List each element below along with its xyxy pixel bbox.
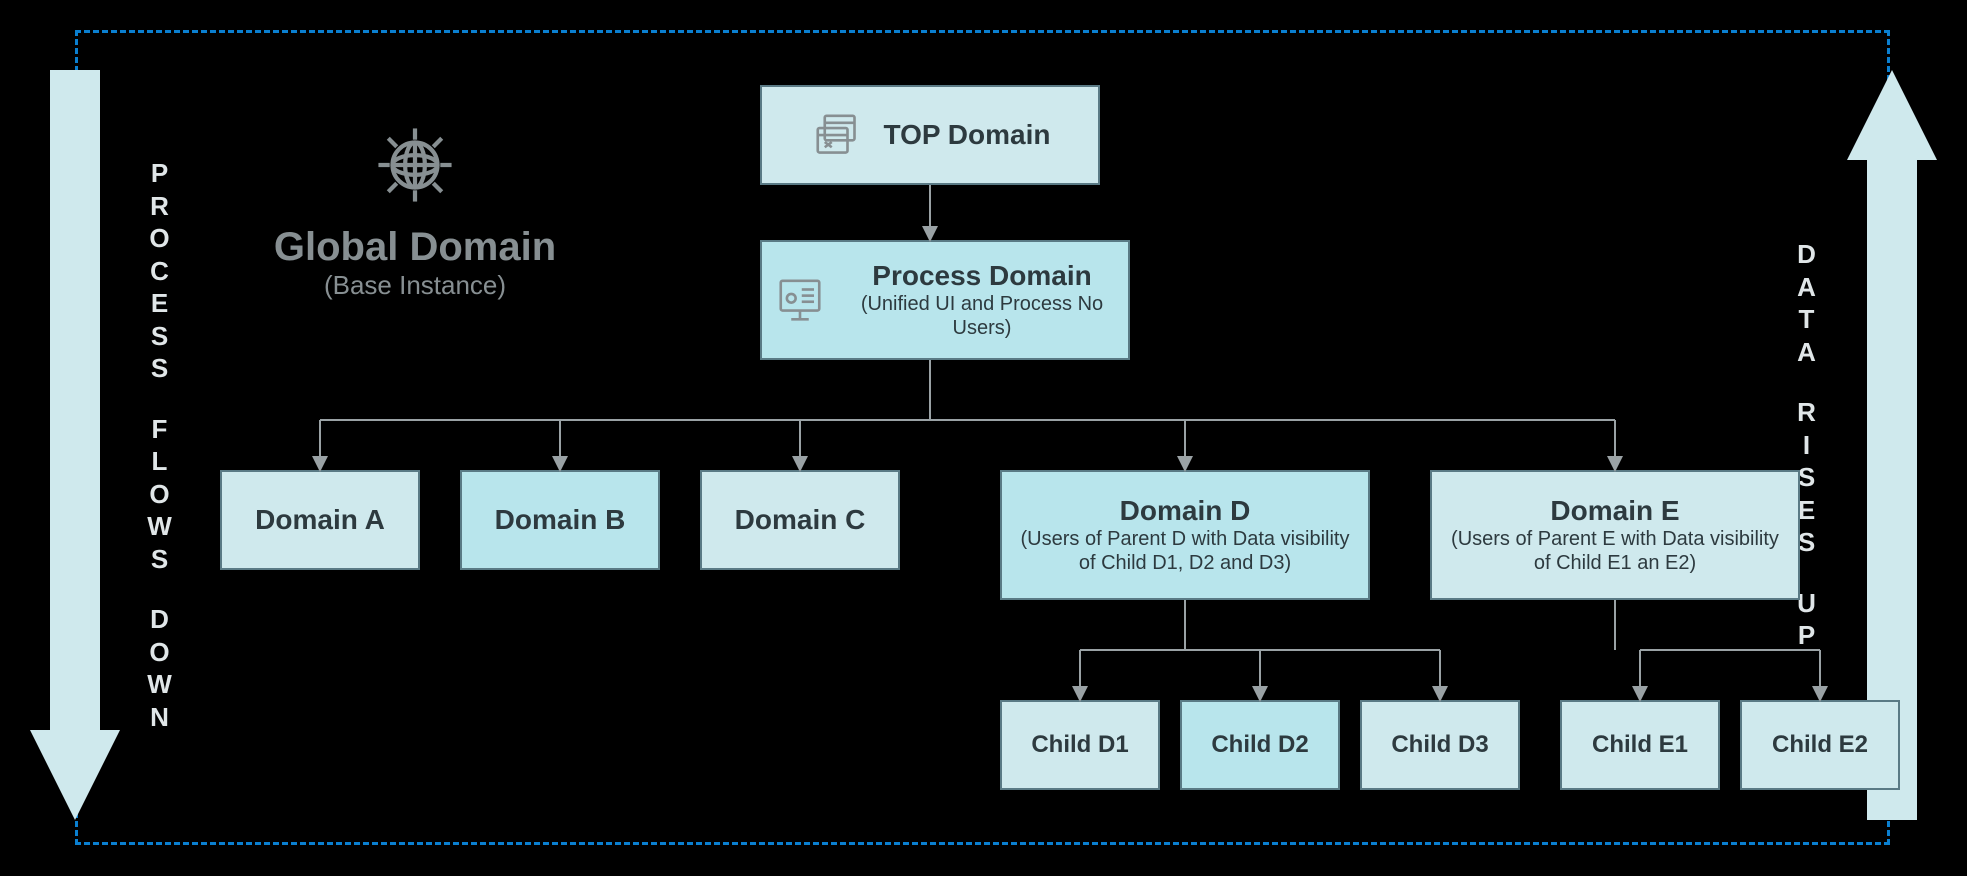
domain-d-node: Domain D (Users of Parent D with Data vi…	[1000, 470, 1370, 600]
left-arrow-label: PROCESS FLOWS DOWN	[135, 70, 185, 820]
domain-a-node: Domain A	[220, 470, 420, 570]
top-domain-node: TOP Domain	[760, 85, 1100, 185]
vertical-word: FLOWS	[147, 413, 173, 576]
domain-d-title: Domain D	[1120, 495, 1251, 527]
child-e1-title: Child E1	[1592, 731, 1688, 759]
globe-gear-icon	[370, 120, 460, 210]
vertical-word: DOWN	[147, 603, 173, 733]
global-domain-title: Global Domain	[240, 225, 590, 270]
child-d2-node: Child D2	[1180, 700, 1340, 790]
vertical-word: DATA	[1797, 238, 1817, 368]
domain-c-node: Domain C	[700, 470, 900, 570]
domain-e-title: Domain E	[1550, 495, 1679, 527]
child-d2-title: Child D2	[1211, 731, 1308, 759]
domain-a-title: Domain A	[255, 504, 385, 536]
child-e2-node: Child E2	[1740, 700, 1900, 790]
windows-icon	[809, 107, 865, 163]
child-d3-title: Child D3	[1391, 731, 1488, 759]
domain-b-node: Domain B	[460, 470, 660, 570]
process-flows-down-arrow	[30, 70, 120, 820]
vertical-word: RISES	[1797, 396, 1817, 559]
diagram-stage: PROCESS FLOWS DOWN DATA RISES UP Global Doma…	[0, 0, 1967, 876]
child-d3-node: Child D3	[1360, 700, 1520, 790]
child-e1-node: Child E1	[1560, 700, 1720, 790]
process-domain-node: Process Domain (Unified UI and Process N…	[760, 240, 1130, 360]
process-monitor-icon	[772, 272, 828, 328]
domain-d-subtitle: (Users of Parent D with Data visibility …	[1012, 527, 1358, 575]
domain-e-node: Domain E (Users of Parent E with Data vi…	[1430, 470, 1800, 600]
global-domain-subtitle: (Base Instance)	[240, 270, 590, 301]
process-domain-subtitle: (Unified UI and Process No Users)	[846, 292, 1118, 340]
global-domain-label: Global Domain (Base Instance)	[240, 120, 590, 301]
domain-c-title: Domain C	[735, 504, 866, 536]
process-domain-title: Process Domain	[846, 260, 1118, 292]
top-domain-title: TOP Domain	[883, 119, 1050, 151]
vertical-word: UP	[1797, 587, 1817, 652]
vertical-word: PROCESS	[149, 157, 170, 385]
domain-b-title: Domain B	[495, 504, 626, 536]
child-d1-node: Child D1	[1000, 700, 1160, 790]
child-d1-title: Child D1	[1031, 731, 1128, 759]
child-e2-title: Child E2	[1772, 731, 1868, 759]
domain-e-subtitle: (Users of Parent E with Data visibility …	[1442, 527, 1788, 575]
